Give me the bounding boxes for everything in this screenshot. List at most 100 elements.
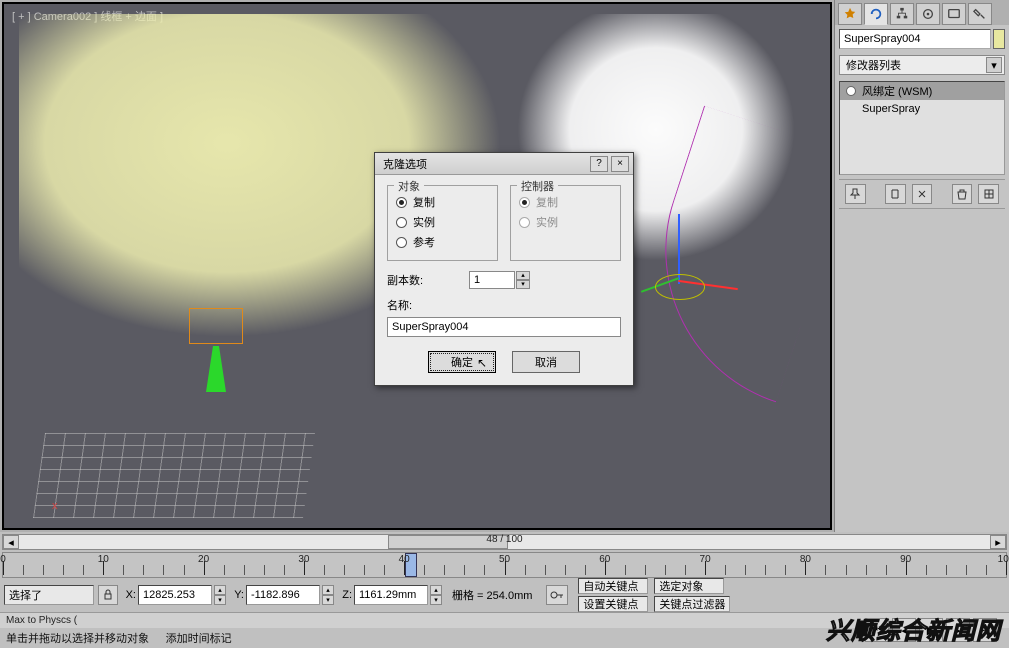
goto-end-button[interactable]: ⏭	[973, 618, 997, 642]
stack-item-label: 风绑定 (WSM)	[862, 83, 932, 99]
clone-name-input[interactable]	[387, 317, 621, 337]
scroll-left-button[interactable]: ◂	[3, 535, 19, 549]
coord-y: Y: ▴▾	[230, 585, 334, 605]
dialog-titlebar[interactable]: 克隆选项 ? ×	[375, 153, 633, 175]
axis-marker-x: x	[52, 500, 58, 512]
radio-instance[interactable]: 实例	[396, 212, 489, 232]
tab-create[interactable]	[838, 3, 862, 25]
tab-hierarchy[interactable]	[890, 3, 914, 25]
tick-label: 20	[198, 554, 209, 565]
radio-icon	[519, 197, 530, 208]
radio-reference[interactable]: 参考	[396, 232, 489, 252]
prev-frame-button[interactable]: ◂	[892, 618, 916, 642]
radio-copy[interactable]: 复制	[396, 192, 489, 212]
command-panel: 修改器列表 ▾ 风绑定 (WSM) SuperSpray	[834, 0, 1009, 532]
copies-input[interactable]	[469, 271, 515, 289]
radio-label: 复制	[536, 194, 558, 210]
scroll-right-button[interactable]: ▸	[990, 535, 1006, 549]
stack-item[interactable]: 风绑定 (WSM)	[840, 82, 1004, 100]
dialog-help-button[interactable]: ?	[590, 156, 608, 172]
spinner-up-icon[interactable]: ▴	[214, 585, 226, 595]
spinner-up-icon[interactable]: ▴	[322, 585, 334, 595]
object-name-input[interactable]	[839, 29, 991, 49]
coord-y-input[interactable]	[246, 585, 320, 605]
modifier-list-combo[interactable]: 修改器列表 ▾	[839, 55, 1005, 75]
command-panel-tabs	[835, 0, 1009, 25]
coord-z-input[interactable]	[354, 585, 428, 605]
scroll-track[interactable]: 48 / 100	[19, 535, 990, 549]
ok-button[interactable]: 确定 ↖	[428, 351, 496, 373]
coord-z: Z: ▴▾	[338, 585, 442, 605]
object-group: 对象 复制 实例 参考	[387, 185, 498, 261]
tick-label: 40	[399, 554, 410, 565]
ground-grid	[33, 433, 315, 518]
radio-label: 实例	[413, 214, 435, 230]
goto-start-button[interactable]: ⏮	[865, 618, 889, 642]
maxscript-listener[interactable]: Max to Physcs (	[0, 612, 1009, 628]
set-key-button[interactable]: 设置关键点	[578, 596, 648, 612]
add-time-tag[interactable]: 添加时间标记	[166, 633, 232, 645]
key-mode-button[interactable]	[546, 585, 568, 605]
move-gizmo[interactable]	[640, 284, 720, 344]
playback-controls: ⏮ ◂ ▶ ▸ ⏭	[865, 618, 997, 642]
dialog-close-button[interactable]: ×	[611, 156, 629, 172]
remove-modifier-button[interactable]	[952, 184, 973, 204]
coord-x-input[interactable]	[138, 585, 212, 605]
radio-label: 参考	[413, 234, 435, 250]
tick-label: 90	[900, 554, 911, 565]
ok-button-label: 确定	[451, 354, 473, 370]
selection-status: 选择了	[4, 585, 94, 605]
auto-key-button[interactable]: 自动关键点	[578, 578, 648, 594]
modifier-list-label: 修改器列表	[846, 57, 901, 73]
spinner-up-icon[interactable]: ▴	[430, 585, 442, 595]
make-unique-button[interactable]	[912, 184, 933, 204]
coord-z-label: Z:	[338, 589, 352, 601]
configure-sets-button[interactable]	[978, 184, 999, 204]
spinner-down-icon[interactable]: ▾	[516, 280, 530, 289]
stack-item[interactable]: SuperSpray	[840, 100, 1004, 118]
selection-filter-combo[interactable]: 选定对象	[654, 578, 724, 594]
spinner-down-icon[interactable]: ▾	[430, 595, 442, 605]
controller-group: 控制器 复制 实例	[510, 185, 621, 261]
copies-label: 副本数:	[387, 272, 459, 288]
tab-modify[interactable]	[864, 3, 888, 25]
radio-icon	[396, 197, 407, 208]
time-scrollbar[interactable]: ◂ 48 / 100 ▸	[2, 534, 1007, 550]
key-filters-button[interactable]: 关键点过滤器	[654, 596, 730, 612]
spinner-down-icon[interactable]: ▾	[214, 595, 226, 605]
object-group-legend: 对象	[394, 178, 424, 194]
modifier-stack[interactable]: 风绑定 (WSM) SuperSpray	[839, 81, 1005, 175]
name-label: 名称:	[387, 297, 621, 313]
tick-label: 0	[0, 554, 6, 565]
stack-toolbar	[839, 179, 1005, 209]
bulb-icon[interactable]	[846, 86, 856, 96]
radio-ctrl-instance: 实例	[519, 212, 612, 232]
prompt-hint: 单击并拖动以选择并移动对象	[6, 633, 149, 645]
pin-stack-button[interactable]	[845, 184, 866, 204]
tick-label: 50	[499, 554, 510, 565]
radio-icon	[396, 217, 407, 228]
controller-group-legend: 控制器	[517, 178, 558, 194]
spinner-up-icon[interactable]: ▴	[516, 271, 530, 280]
radio-label: 实例	[536, 214, 558, 230]
time-ruler[interactable]: 0102030405060708090100	[2, 552, 1007, 578]
object-color-swatch[interactable]	[993, 29, 1005, 49]
show-end-result-button[interactable]	[885, 184, 906, 204]
tab-motion[interactable]	[916, 3, 940, 25]
gizmo-circle	[655, 274, 705, 300]
stack-item-label: SuperSpray	[862, 103, 920, 115]
coord-x: X: ▴▾	[122, 585, 226, 605]
tick-label: 60	[599, 554, 610, 565]
tick-label: 30	[298, 554, 309, 565]
tab-utilities[interactable]	[968, 3, 992, 25]
coord-y-label: Y:	[230, 589, 244, 601]
play-button[interactable]: ▶	[919, 618, 943, 642]
next-frame-button[interactable]: ▸	[946, 618, 970, 642]
copies-spinner[interactable]: ▴▾	[469, 271, 530, 289]
tab-display[interactable]	[942, 3, 966, 25]
cancel-button[interactable]: 取消	[512, 351, 580, 373]
status-bar: 选择了 X: ▴▾ Y: ▴▾ Z: ▴▾ 栅格 = 254.0mm	[0, 578, 1009, 612]
spinner-down-icon[interactable]: ▾	[322, 595, 334, 605]
cursor-icon: ↖	[477, 356, 487, 370]
selection-lock-button[interactable]	[98, 585, 118, 605]
